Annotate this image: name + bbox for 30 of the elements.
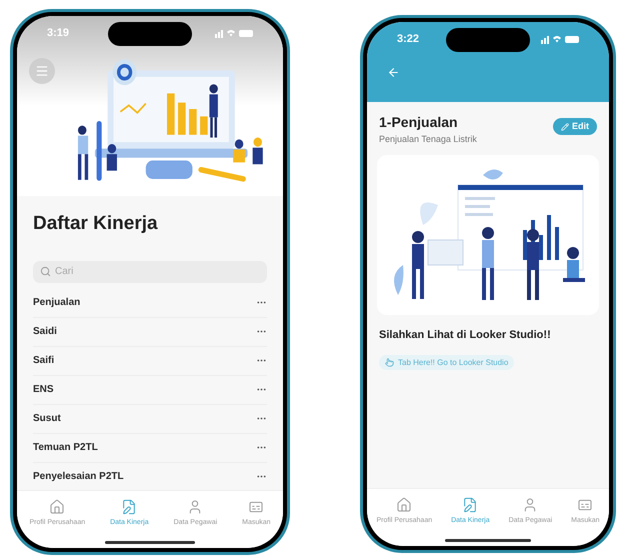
list-row[interactable]: Susut xyxy=(33,404,267,434)
pencil-icon xyxy=(561,122,569,130)
list-row[interactable]: Penjualan xyxy=(33,288,267,318)
looker-studio-link[interactable]: Tab Here!! Go to Looker Studio xyxy=(379,355,514,370)
page-title: Daftar Kinerja xyxy=(33,212,159,236)
document-pen-icon xyxy=(462,497,478,513)
page-subtitle: Penjualan Tenaga Listrik xyxy=(379,133,477,146)
message-box-icon xyxy=(248,499,264,515)
status-icons xyxy=(215,28,253,38)
list-row[interactable]: ENS xyxy=(33,376,267,404)
menu-icon xyxy=(35,64,49,78)
menu-button[interactable] xyxy=(29,58,55,84)
pointing-hand-icon xyxy=(385,358,394,367)
document-pen-icon xyxy=(121,499,138,515)
status-time: 3:19 xyxy=(47,26,70,41)
list-row[interactable]: Saidi xyxy=(33,318,267,346)
back-button[interactable] xyxy=(387,66,400,79)
status-icons xyxy=(541,34,579,44)
list-row[interactable]: Saifi xyxy=(33,346,267,376)
edit-button[interactable]: Edit xyxy=(553,118,597,135)
search-field[interactable]: Cari xyxy=(33,260,267,282)
section-heading: Silahkan Lihat di Looker Studio!! xyxy=(379,328,552,342)
back-icon xyxy=(387,66,400,79)
list-row[interactable]: Temuan P2TL xyxy=(33,434,267,462)
page-title: 1-Penjualan xyxy=(379,113,459,132)
status-time: 3:22 xyxy=(397,32,420,47)
house-icon xyxy=(396,497,412,513)
house-icon xyxy=(49,499,66,515)
search-icon xyxy=(40,266,51,277)
message-box-icon xyxy=(577,497,594,513)
